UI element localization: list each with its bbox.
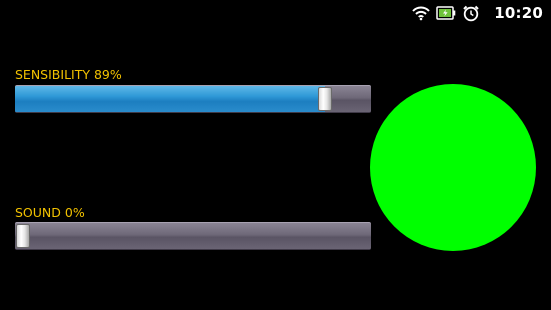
sensibility-label: SENSIBILITY 89% — [15, 67, 122, 82]
status-clock: 10:20 — [494, 3, 543, 22]
sound-slider-thumb[interactable] — [16, 224, 30, 248]
status-icons: 10:20 — [412, 0, 543, 25]
sensibility-slider-thumb[interactable] — [318, 87, 332, 111]
alarm-clock-icon — [462, 4, 480, 22]
sound-label: SOUND 0% — [15, 205, 85, 220]
sensibility-slider-fill — [15, 86, 325, 112]
wifi-icon — [412, 5, 430, 21]
status-bar: 10:20 — [0, 0, 551, 25]
sensibility-slider[interactable] — [15, 85, 371, 113]
battery-icon — [436, 5, 456, 21]
sound-slider[interactable] — [15, 222, 371, 250]
status-indicator-circle — [370, 84, 536, 251]
